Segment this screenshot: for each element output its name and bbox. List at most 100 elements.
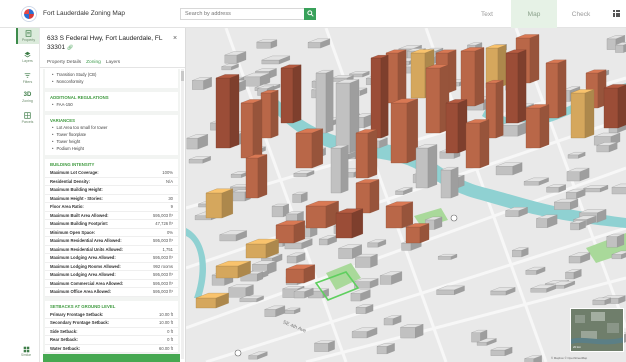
- building[interactable]: [228, 284, 254, 298]
- list-item: Tower height: [52, 138, 178, 145]
- building[interactable]: [314, 340, 335, 352]
- section-title: ADDITIONAL REGULATIONS: [50, 95, 109, 100]
- building[interactable]: [335, 208, 363, 239]
- building[interactable]: [275, 220, 305, 244]
- map-canvas[interactable]: SE 4th Ave: [186, 28, 626, 362]
- rail-label: Property: [21, 38, 36, 42]
- building[interactable]: [460, 47, 485, 107]
- building[interactable]: [370, 54, 389, 139]
- tab-zoning[interactable]: Zoning: [86, 60, 101, 65]
- building[interactable]: [305, 200, 339, 229]
- list-item: Lot Area too small for tower: [52, 124, 178, 131]
- table-row: Maximum Built Area Allowed: 595,003 ft²: [45, 211, 178, 220]
- list-item: Nonconformity: [52, 78, 178, 85]
- variances-section: VARIANCES Lot Area too small for tower T…: [45, 115, 178, 155]
- building[interactable]: [315, 69, 334, 134]
- link-icon[interactable]: 🔗︎: [67, 45, 73, 51]
- building[interactable]: [245, 154, 268, 199]
- rail-item-similar[interactable]: Similar: [20, 346, 32, 357]
- layers-icon: [24, 51, 31, 58]
- building[interactable]: [500, 121, 527, 137]
- list-item: Tower floorplate: [52, 131, 178, 138]
- building[interactable]: [260, 89, 279, 139]
- search-button[interactable]: [304, 7, 316, 20]
- map-3d-view[interactable]: [186, 28, 626, 362]
- rail-item-3d[interactable]: 3D Zoning: [16, 90, 39, 106]
- apps-grid-icon[interactable]: [613, 10, 620, 17]
- building[interactable]: [465, 119, 490, 169]
- building[interactable]: [330, 144, 349, 194]
- table-row: Maximum Lodging Area Allowed: 595,003 ft²: [45, 271, 178, 280]
- rail-label: Parcels: [21, 120, 34, 124]
- building[interactable]: [215, 74, 240, 149]
- additional-regulations-section: ADDITIONAL REGULATIONS FAA-150: [45, 92, 178, 111]
- table-row: Rear Setback: 0 ft: [45, 336, 178, 345]
- rail-label: Similar: [20, 353, 32, 357]
- table-row: Floor Area Ratio: 9: [45, 203, 178, 212]
- building[interactable]: [505, 49, 527, 124]
- building[interactable]: [606, 233, 625, 248]
- table-row: Water Setback: 60.00 ft: [45, 344, 178, 353]
- rail-item-parcels[interactable]: Parcels: [16, 110, 39, 126]
- list-item: FAA-150: [52, 101, 178, 108]
- rail-item-layers[interactable]: Layers: [16, 49, 39, 65]
- building[interactable]: [570, 89, 595, 139]
- list-item: Transition Study (CB): [52, 71, 178, 78]
- building[interactable]: [292, 191, 308, 203]
- building[interactable]: [415, 144, 438, 189]
- map-attribution: © Mapbox © OpenStreetMap: [551, 356, 588, 360]
- building[interactable]: [440, 166, 459, 199]
- table-row: Maximum Lodging Rooms Allowed: 992 rooms: [45, 262, 178, 271]
- rail-item-filters[interactable]: Filters: [16, 70, 39, 86]
- tab-map[interactable]: Map: [511, 0, 557, 28]
- search-input[interactable]: [180, 7, 304, 20]
- building[interactable]: [335, 79, 360, 154]
- panel-scrollbar[interactable]: [181, 69, 184, 359]
- table-row: Maximum Residential Area Allowed: 595,003…: [45, 237, 178, 246]
- building[interactable]: [405, 223, 430, 244]
- table-row: Maximum Lot Coverage: 100%: [45, 169, 178, 178]
- regulation-list: Transition Study (CB) Nonconformity: [45, 69, 178, 88]
- building[interactable]: [256, 39, 278, 49]
- search-icon: [306, 10, 314, 17]
- property-address: 633 S Federal Hwy, Fort Lauderdale, FL 3…: [47, 35, 167, 52]
- top-bar: Fort Lauderdale Zoning Map Text Map Chec…: [0, 0, 626, 28]
- table-row: Secondary Frontage Setback: 10.00 ft: [45, 319, 178, 328]
- table-row: Primary Frontage Setback: 10.00 ft: [45, 310, 178, 319]
- zoning-details-scroll[interactable]: Transition Study (CB) Nonconformity ADDI…: [43, 69, 180, 359]
- building[interactable]: [355, 179, 380, 214]
- building[interactable]: [525, 104, 550, 149]
- tab-layers[interactable]: Layers: [106, 60, 120, 65]
- table-row: Residential Density: N/A: [45, 177, 178, 186]
- table-row: Maximum Building Height:: [45, 186, 178, 195]
- building[interactable]: [205, 188, 233, 219]
- rail-item-property[interactable]: Property: [16, 28, 39, 44]
- tab-property-details[interactable]: Property Details: [47, 60, 81, 65]
- building[interactable]: [295, 128, 323, 169]
- building[interactable]: [280, 64, 302, 124]
- building[interactable]: [385, 201, 413, 229]
- building[interactable]: [554, 198, 579, 210]
- parcels-icon: [24, 112, 31, 119]
- building[interactable]: [385, 49, 407, 104]
- building[interactable]: [425, 64, 450, 134]
- close-icon[interactable]: ×: [173, 35, 177, 42]
- property-panel: 633 S Federal Hwy, Fort Lauderdale, FL 3…: [40, 28, 186, 362]
- address-line-1: 633 S Federal Hwy, Fort Lauderdale, FL: [47, 35, 163, 42]
- tab-check[interactable]: Check: [558, 0, 604, 28]
- building[interactable]: [400, 324, 424, 339]
- app-root: Fort Lauderdale Zoning Map Text Map Chec…: [0, 0, 626, 362]
- section-title: SETBACKS AT GROUND LEVEL: [50, 303, 116, 309]
- building[interactable]: [603, 84, 626, 129]
- side-rail: Property Layers Filters 3D Zoning Parcel…: [16, 28, 40, 362]
- building[interactable]: [285, 264, 315, 284]
- building[interactable]: [390, 98, 418, 164]
- app-title: Fort Lauderdale Zoning Map: [43, 10, 126, 17]
- building[interactable]: [355, 253, 378, 268]
- building[interactable]: [355, 129, 378, 179]
- rail-label: Zoning: [22, 99, 33, 103]
- building[interactable]: [240, 99, 263, 159]
- app-logo-icon[interactable]: [22, 6, 36, 21]
- tab-text[interactable]: Text: [464, 0, 510, 28]
- building[interactable]: [445, 99, 468, 154]
